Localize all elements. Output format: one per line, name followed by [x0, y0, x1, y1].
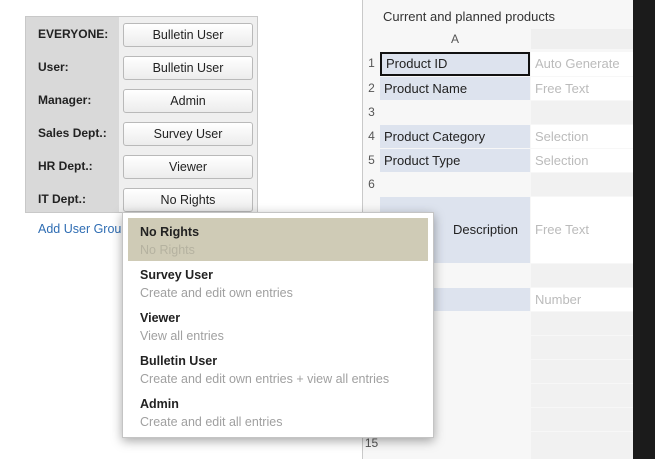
- row-number: 1: [368, 56, 375, 70]
- cell-b-empty[interactable]: [531, 336, 633, 359]
- role-button-user[interactable]: Bulletin User: [123, 56, 253, 80]
- cell-b3[interactable]: [531, 101, 633, 124]
- add-user-group-link[interactable]: Add User Grou: [38, 222, 121, 236]
- role-button-sales[interactable]: Survey User: [123, 122, 253, 146]
- cell-a1[interactable]: Product ID: [380, 52, 530, 76]
- role-option-bulletin-user[interactable]: Bulletin User Create and edit own entrie…: [128, 347, 428, 390]
- cell-b-empty[interactable]: [531, 360, 633, 383]
- row-number: 6: [368, 177, 375, 191]
- group-label-hr: HR Dept.:: [38, 159, 93, 173]
- role-option-title: No Rights: [140, 225, 200, 239]
- cell-b5[interactable]: Selection: [531, 149, 633, 172]
- role-option-description: Create and edit own entries + view all e…: [140, 372, 390, 386]
- group-label-sales: Sales Dept.:: [38, 126, 107, 140]
- cell-b-empty[interactable]: [531, 408, 633, 431]
- role-option-admin[interactable]: Admin Create and edit all entries: [128, 390, 428, 433]
- cell-a4[interactable]: Product Category: [380, 125, 530, 148]
- column-header-b[interactable]: [531, 29, 633, 49]
- cell-b-empty[interactable]: [531, 312, 633, 335]
- group-label-user: User:: [38, 60, 69, 74]
- role-option-title: Viewer: [140, 311, 181, 325]
- cell-b1[interactable]: Auto Generate: [531, 52, 633, 76]
- cell-b2[interactable]: Free Text: [531, 77, 633, 100]
- cell-b-description[interactable]: Free Text: [531, 197, 633, 263]
- cell-b4[interactable]: Selection: [531, 125, 633, 148]
- role-button-hr[interactable]: Viewer: [123, 155, 253, 179]
- cell-b-empty[interactable]: [531, 384, 633, 407]
- group-label-it: IT Dept.:: [38, 192, 86, 206]
- role-dropdown-menu: No Rights No Rights Survey User Create a…: [122, 212, 434, 438]
- row-number: 5: [368, 153, 375, 167]
- row-number: 4: [368, 129, 375, 143]
- role-button-everyone[interactable]: Bulletin User: [123, 23, 253, 47]
- role-option-title: Admin: [140, 397, 179, 411]
- role-button-it[interactable]: No Rights: [123, 188, 253, 212]
- role-option-viewer[interactable]: Viewer View all entries: [128, 304, 428, 347]
- cell-b-blank[interactable]: [531, 264, 633, 287]
- group-label-everyone: EVERYONE:: [38, 27, 109, 41]
- role-option-survey-user[interactable]: Survey User Create and edit own entries: [128, 261, 428, 304]
- role-option-no-rights[interactable]: No Rights No Rights: [128, 218, 428, 261]
- sheet-title: Current and planned products: [383, 9, 556, 24]
- role-option-description: No Rights: [140, 243, 195, 257]
- row-number: 2: [368, 81, 375, 95]
- group-label-manager: Manager:: [38, 93, 92, 107]
- cell-b-empty[interactable]: [531, 432, 633, 459]
- role-option-description: Create and edit own entries: [140, 286, 293, 300]
- cell-b6[interactable]: [531, 173, 633, 196]
- cell-a2[interactable]: Product Name: [380, 77, 530, 100]
- row-number: 15: [364, 436, 379, 450]
- cell-b-number[interactable]: Number: [531, 288, 633, 311]
- window-edge: [633, 0, 655, 459]
- role-button-manager[interactable]: Admin: [123, 89, 253, 113]
- column-header-a[interactable]: A: [380, 29, 530, 49]
- role-option-description: View all entries: [140, 329, 224, 343]
- role-option-title: Bulletin User: [140, 354, 218, 368]
- row-number: 3: [368, 105, 375, 119]
- role-option-title: Survey User: [140, 268, 213, 282]
- role-option-description: Create and edit all entries: [140, 415, 283, 429]
- permissions-panel: EVERYONE: Bulletin User User: Bulletin U…: [25, 16, 258, 213]
- cell-a5[interactable]: Product Type: [380, 149, 530, 172]
